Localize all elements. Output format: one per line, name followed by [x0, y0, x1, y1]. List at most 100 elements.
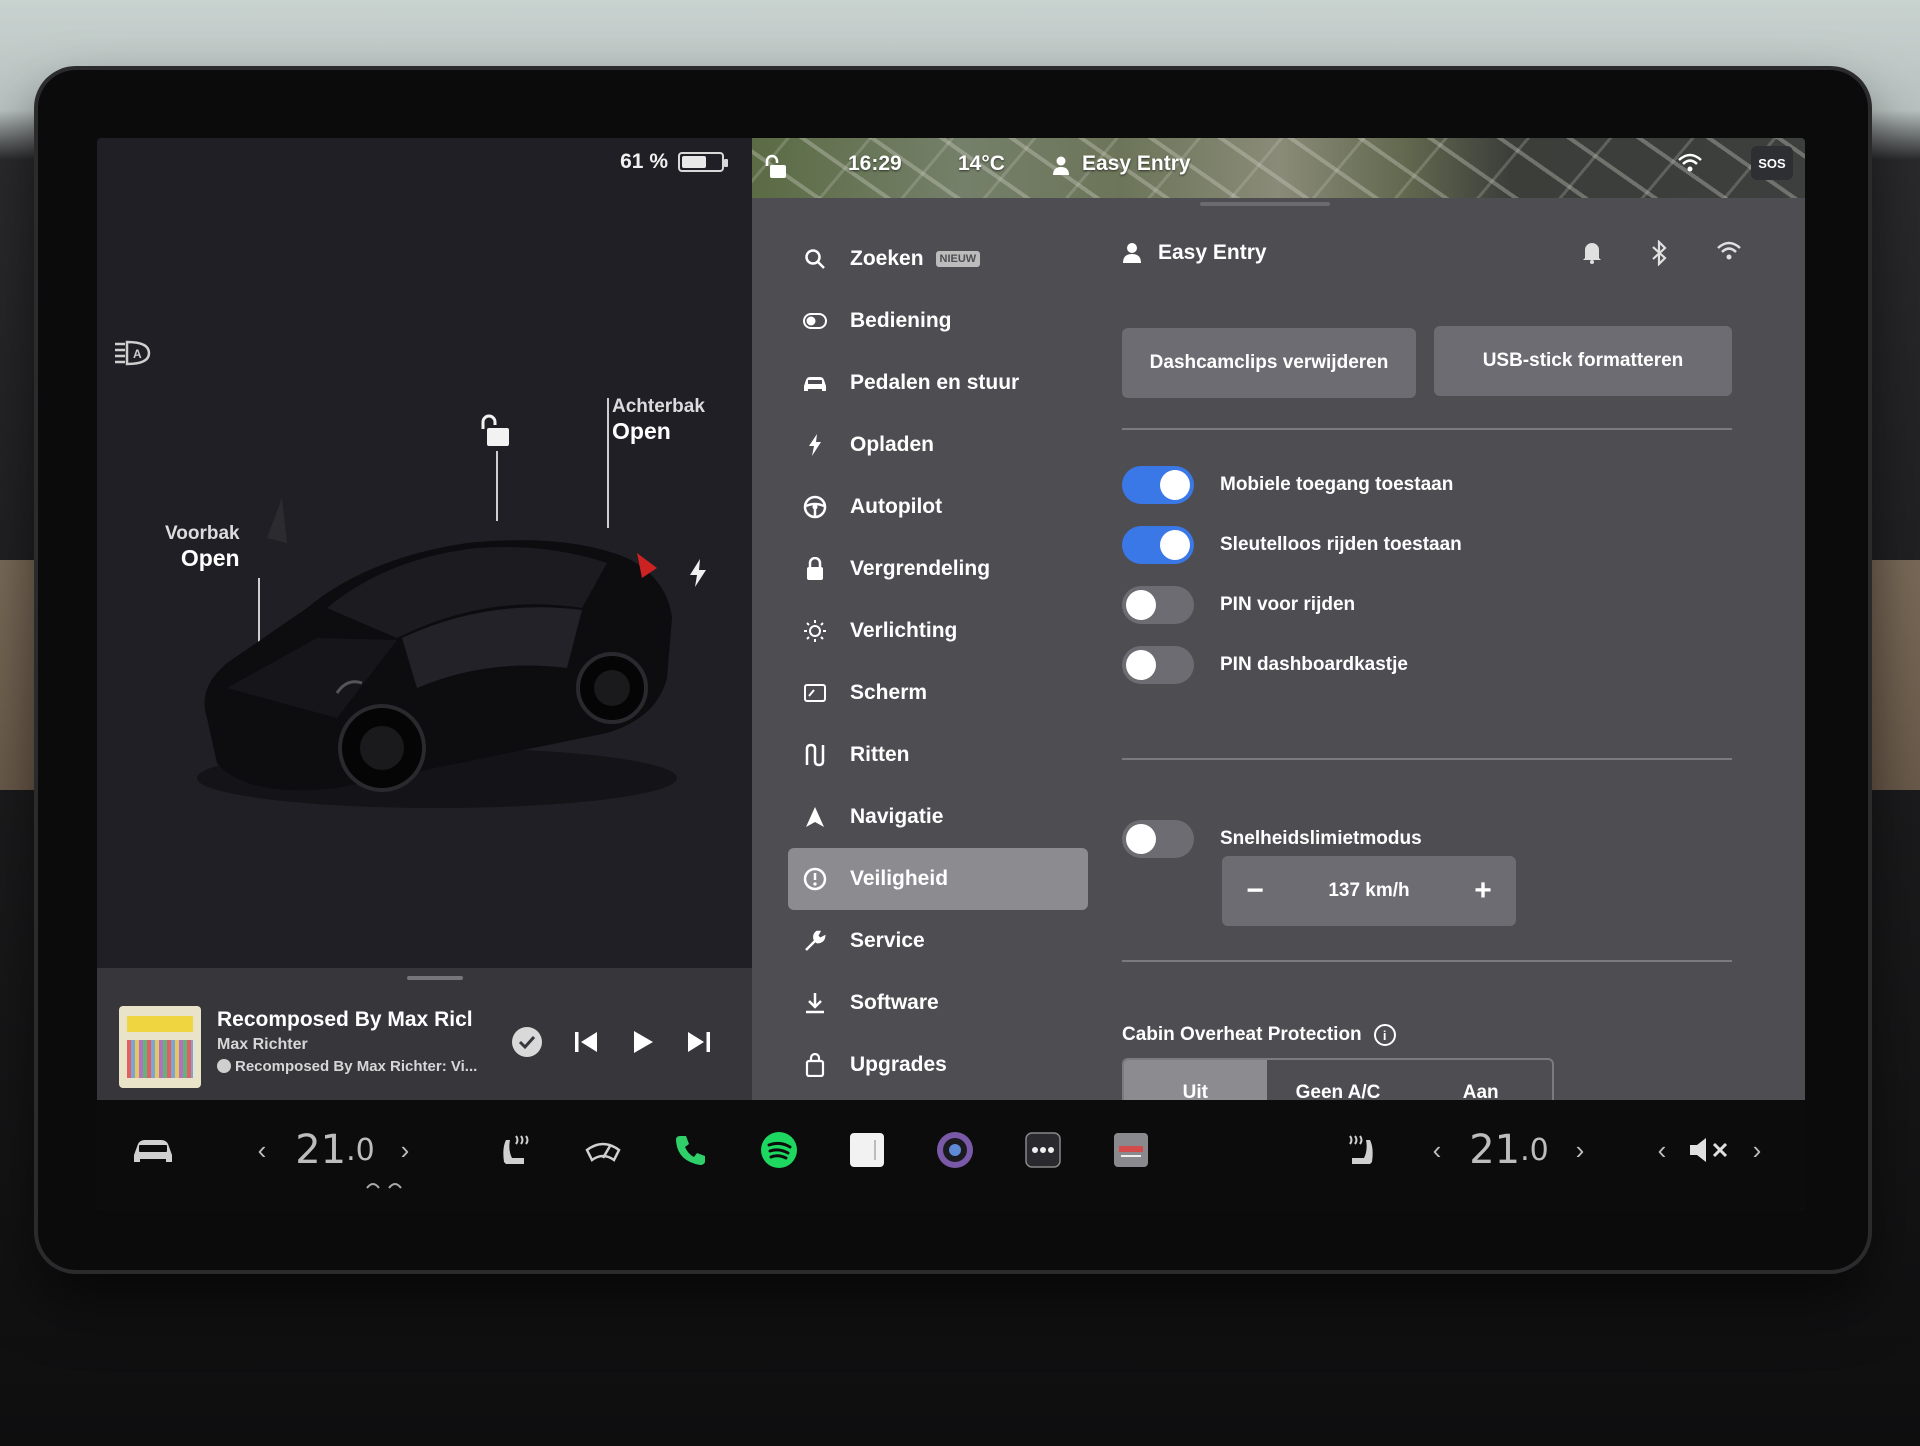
bag-icon — [802, 1052, 828, 1078]
spotify-small-icon — [217, 1059, 231, 1073]
now-playing-info[interactable]: Recomposed By Max Ricl Max Richter Recom… — [217, 1008, 507, 1075]
menu-item-veiligheid[interactable]: Veiligheid — [788, 848, 1088, 910]
menu-item-verlichting[interactable]: Verlichting — [788, 600, 1088, 662]
unlock-status-icon[interactable] — [764, 154, 788, 180]
toybox-icon — [1114, 1133, 1148, 1167]
camera-button[interactable] — [933, 1120, 977, 1180]
camera-icon — [937, 1132, 973, 1168]
spotify-button[interactable] — [757, 1120, 801, 1180]
trunk-label[interactable]: Achterbak Open — [612, 396, 705, 445]
toggle-label: PIN dashboardkastje — [1220, 654, 1408, 675]
car-icon — [802, 370, 828, 396]
menu-item-pedalen-en-stuur[interactable]: Pedalen en stuur — [788, 352, 1088, 414]
album-art[interactable] — [119, 1006, 201, 1088]
speed-limit-label: Snelheidslimietmodus — [1220, 828, 1422, 849]
info-icon[interactable]: i — [1373, 1024, 1396, 1046]
bluetooth-icon[interactable] — [1650, 240, 1668, 266]
wifi-icon[interactable] — [1716, 240, 1742, 262]
touchscreen: 61 % A Voorbak Open Achterbak Open Recom… — [97, 138, 1805, 1210]
next-track-button[interactable] — [677, 1020, 721, 1064]
cabin-overheat-title: Cabin Overheat Protection i — [1122, 1024, 1396, 1046]
speed-limit-toggle[interactable] — [1122, 820, 1194, 858]
more-apps-button[interactable] — [1021, 1120, 1065, 1180]
menu-item-navigatie[interactable]: Navigatie — [788, 786, 1088, 848]
menu-item-bediening[interactable]: Bediening — [788, 290, 1088, 352]
setting-row[interactable]: Sleutelloos rijden toestaan — [1122, 526, 1462, 564]
steering-wheel-icon — [802, 494, 828, 520]
unlock-icon[interactable] — [479, 413, 513, 449]
menu-item-ritten[interactable]: Ritten — [788, 724, 1088, 786]
car-button[interactable] — [125, 1120, 181, 1180]
passenger-seat-heater-button[interactable] — [1341, 1120, 1381, 1180]
mute-icon — [1690, 1138, 1728, 1162]
cabin-overheat-label: Cabin Overheat Protection — [1122, 1024, 1362, 1045]
driver-seat-heater-button[interactable] — [495, 1120, 535, 1180]
menu-item-vergrendeling[interactable]: Vergrendeling — [788, 538, 1088, 600]
driver-temperature[interactable]: 21.0 — [285, 1120, 385, 1180]
mute-button[interactable] — [1685, 1120, 1735, 1180]
settings-handle[interactable] — [1200, 202, 1330, 206]
car-visualization-panel: 61 % A Voorbak Open Achterbak Open — [97, 138, 752, 968]
car-icon — [134, 1140, 172, 1162]
status-profile-name[interactable]: Easy Entry — [1082, 152, 1191, 176]
profile-name: Easy Entry — [1158, 241, 1267, 264]
increase-speed-button[interactable]: + — [1468, 874, 1498, 908]
toggle-switch[interactable] — [1122, 586, 1194, 624]
auto-headlight-icon[interactable]: A — [113, 338, 153, 368]
sos-button[interactable]: SOS — [1751, 146, 1793, 180]
profile-status-icon — [1053, 156, 1069, 175]
seat-heater-icon — [1349, 1135, 1373, 1164]
setting-row[interactable]: PIN dashboardkastje — [1122, 646, 1408, 684]
speed-limit-row[interactable]: Snelheidslimietmodus — [1122, 820, 1422, 858]
map-status-strip[interactable]: 16:29 14°C Easy Entry SOS — [752, 138, 1805, 198]
divider — [1122, 428, 1732, 430]
menu-item-label: Autopilot — [850, 495, 943, 518]
outside-temperature: 14°C — [958, 152, 1005, 175]
play-button[interactable] — [621, 1020, 665, 1064]
phone-button[interactable] — [669, 1120, 713, 1180]
wiper-button[interactable] — [581, 1120, 625, 1180]
menu-item-software[interactable]: Software — [788, 972, 1088, 1034]
notes-button[interactable] — [845, 1120, 889, 1180]
sun-icon — [802, 618, 828, 644]
driver-temp-down[interactable]: ‹ — [252, 1120, 272, 1180]
passenger-temp-down[interactable]: ‹ — [1427, 1120, 1447, 1180]
volume-up[interactable]: › — [1747, 1120, 1767, 1180]
toggle-switch[interactable] — [1122, 466, 1194, 504]
setting-row[interactable]: Mobiele toegang toestaan — [1122, 466, 1453, 504]
previous-track-button[interactable] — [564, 1020, 608, 1064]
menu-item-upgrades[interactable]: Upgrades — [788, 1034, 1088, 1096]
album-name: Recomposed By Max Richter: Vi... — [235, 1058, 478, 1075]
spotify-icon — [761, 1132, 797, 1168]
format-usb-button[interactable]: USB-stick formatteren — [1434, 326, 1732, 396]
toggle-switch[interactable] — [1122, 646, 1194, 684]
volume-down[interactable]: ‹ — [1652, 1120, 1672, 1180]
passenger-temperature[interactable]: 21.0 — [1459, 1120, 1559, 1180]
menu-item-label: Veiligheid — [850, 867, 949, 890]
delete-dashcam-clips-button[interactable]: Dashcamclips verwijderen — [1122, 328, 1416, 398]
setting-row[interactable]: PIN voor rijden — [1122, 586, 1355, 624]
menu-item-opladen[interactable]: Opladen — [788, 414, 1088, 476]
passenger-temp-up[interactable]: › — [1570, 1120, 1590, 1180]
toggle-label: Sleutelloos rijden toestaan — [1220, 534, 1462, 555]
menu-item-label: Service — [850, 929, 925, 952]
notification-bell-icon[interactable] — [1582, 240, 1602, 264]
favorite-button[interactable] — [505, 1020, 549, 1064]
toybox-button[interactable] — [1109, 1120, 1153, 1180]
menu-item-label: Opladen — [850, 433, 935, 456]
menu-item-scherm[interactable]: Scherm — [788, 662, 1088, 724]
decrease-speed-button[interactable]: − — [1240, 874, 1270, 908]
battery-indicator: 61 % — [620, 150, 728, 174]
passenger-temp-decimal: .0 — [1520, 1132, 1549, 1168]
menu-item-zoeken[interactable]: Zoeken NIEUW — [788, 228, 1088, 290]
download-icon — [802, 990, 828, 1016]
media-player-handle[interactable] — [407, 976, 463, 980]
menu-item-label: Software — [850, 991, 939, 1014]
lock-icon — [802, 556, 828, 582]
menu-item-service[interactable]: Service — [788, 910, 1088, 972]
battery-icon — [678, 152, 728, 172]
driver-temp-up[interactable]: › — [395, 1120, 415, 1180]
menu-item-autopilot[interactable]: Autopilot — [788, 476, 1088, 538]
toggle-switch[interactable] — [1122, 526, 1194, 564]
settings-panel: Zoeken NIEUW Bediening Pedalen en stuur Opla… — [752, 198, 1805, 1210]
